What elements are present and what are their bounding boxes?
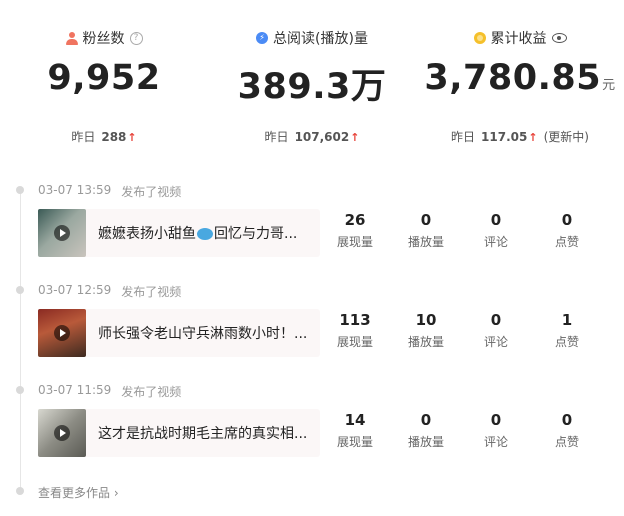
play-icon bbox=[54, 225, 70, 241]
stat-fans-value: 9,952 bbox=[47, 58, 161, 98]
post-action: 发布了视频 bbox=[121, 185, 182, 199]
timeline-dot bbox=[16, 386, 24, 394]
stat-income-value: 3,780.85元 bbox=[424, 58, 616, 98]
trend-up-icon: ↑ bbox=[350, 130, 360, 144]
yesterday-label: 昨日 bbox=[264, 130, 289, 144]
stat-income-label: 累计收益 bbox=[490, 31, 547, 47]
metric-impressions: 113 展现量 bbox=[336, 311, 373, 349]
help-icon[interactable]: ? bbox=[129, 31, 143, 45]
stats-panel: 粉丝数 ? 9,952 昨日 288↑ ⚡ 总阅读(播放)量 389.3万 昨日… bbox=[0, 0, 624, 170]
video-title[interactable]: 嬷嬷表扬小甜鱼 回忆与力哥... bbox=[98, 223, 316, 243]
metric-comments: 0 评论 bbox=[483, 311, 508, 349]
metric-comments: 0 评论 bbox=[483, 211, 508, 249]
play-icon bbox=[54, 425, 70, 441]
post-action: 发布了视频 bbox=[121, 285, 182, 299]
stat-fans-yesterday: 昨日 288↑ bbox=[0, 128, 208, 145]
trend-up-icon: ↑ bbox=[127, 130, 137, 144]
video-thumbnail[interactable] bbox=[38, 409, 86, 457]
yesterday-label: 昨日 bbox=[451, 130, 476, 144]
coin-icon bbox=[473, 32, 486, 44]
currency-unit: 元 bbox=[602, 78, 616, 93]
yesterday-value: 117.05↑ bbox=[481, 129, 538, 144]
video-title[interactable]: 这才是抗战时期毛主席的真实相... bbox=[98, 423, 316, 443]
post-card[interactable]: 这才是抗战时期毛主席的真实相... bbox=[38, 409, 320, 457]
metric-plays: 0 播放量 bbox=[407, 211, 444, 249]
metric-plays: 0 播放量 bbox=[407, 411, 444, 449]
post-meta: 03-07 12:59 发布了视频 bbox=[38, 283, 181, 300]
stat-income-header: 累计收益 bbox=[416, 28, 624, 48]
metric-impressions: 14 展现量 bbox=[336, 411, 373, 449]
video-title[interactable]: 师长强令老山守兵淋雨数小时！... bbox=[98, 323, 316, 343]
metric-impressions: 26 展现量 bbox=[336, 211, 373, 249]
stat-fans-header: 粉丝数 ? bbox=[0, 28, 208, 48]
post-meta: 03-07 13:59 发布了视频 bbox=[38, 183, 181, 200]
stat-reads: ⚡ 总阅读(播放)量 389.3万 昨日 107,602↑ bbox=[208, 0, 416, 170]
stat-reads-header: ⚡ 总阅读(播放)量 bbox=[208, 28, 416, 48]
stat-income: 累计收益 3,780.85元 昨日 117.05↑ (更新中) bbox=[416, 0, 624, 170]
stat-fans-label: 粉丝数 bbox=[82, 31, 125, 47]
video-thumbnail[interactable] bbox=[38, 209, 86, 257]
stat-reads-value: 389.3万 bbox=[237, 67, 387, 107]
post-card[interactable]: 师长强令老山守兵淋雨数小时！... bbox=[38, 309, 320, 357]
view-more-link[interactable]: 查看更多作品 › bbox=[38, 484, 119, 501]
stat-fans: 粉丝数 ? 9,952 昨日 288↑ bbox=[0, 0, 208, 170]
timeline-dot bbox=[16, 186, 24, 194]
user-icon bbox=[65, 31, 78, 45]
yesterday-value: 288↑ bbox=[101, 129, 137, 144]
yesterday-label: 昨日 bbox=[71, 130, 96, 144]
post-card[interactable]: 嬷嬷表扬小甜鱼 回忆与力哥... bbox=[38, 209, 320, 257]
timeline-dot bbox=[16, 487, 24, 495]
metric-comments: 0 评论 bbox=[483, 411, 508, 449]
metric-likes: 1 点赞 bbox=[554, 311, 579, 349]
updating-note: (更新中) bbox=[543, 130, 589, 144]
bolt-icon: ⚡ bbox=[256, 32, 269, 44]
post-time: 03-07 13:59 bbox=[38, 183, 112, 197]
metric-likes: 0 点赞 bbox=[554, 211, 579, 249]
metric-plays: 10 播放量 bbox=[407, 311, 444, 349]
metric-likes: 0 点赞 bbox=[554, 411, 579, 449]
stat-reads-yesterday: 昨日 107,602↑ bbox=[208, 128, 416, 145]
trend-up-icon: ↑ bbox=[528, 130, 538, 144]
post-action: 发布了视频 bbox=[121, 385, 182, 399]
stat-reads-label: 总阅读(播放)量 bbox=[273, 31, 368, 47]
fish-emoji-icon bbox=[197, 228, 213, 240]
timeline-line bbox=[20, 188, 21, 493]
eye-icon[interactable] bbox=[551, 33, 567, 43]
play-icon bbox=[54, 325, 70, 341]
post-meta: 03-07 11:59 发布了视频 bbox=[38, 383, 181, 400]
post-timeline: 03-07 13:59 发布了视频 嬷嬷表扬小甜鱼 回忆与力哥... 26 展现量 … bbox=[0, 170, 624, 516]
timeline-dot bbox=[16, 286, 24, 294]
video-thumbnail[interactable] bbox=[38, 309, 86, 357]
stat-income-yesterday: 昨日 117.05↑ (更新中) bbox=[416, 128, 624, 145]
post-time: 03-07 12:59 bbox=[38, 283, 112, 297]
post-time: 03-07 11:59 bbox=[38, 383, 112, 397]
yesterday-value: 107,602↑ bbox=[294, 129, 360, 144]
